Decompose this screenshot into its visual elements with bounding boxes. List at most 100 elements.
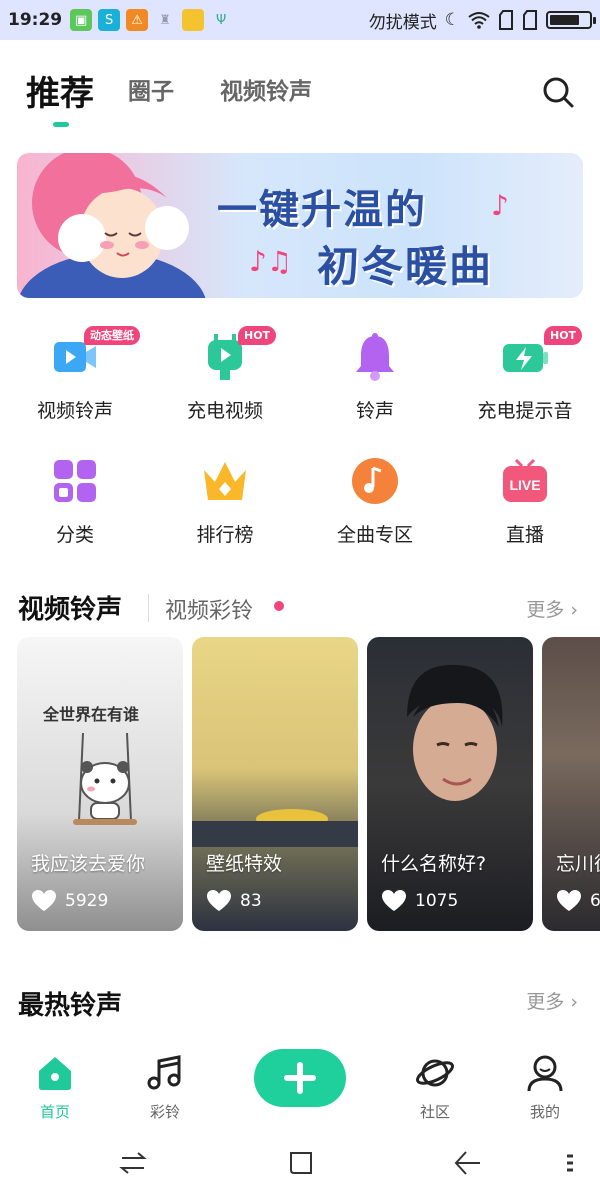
tab-circle[interactable]: 圈子	[128, 72, 174, 106]
card-title: 什么名称好?	[381, 853, 487, 875]
hot-section-more-link[interactable]: 更多 ›	[526, 987, 578, 1014]
card-title: 壁纸特效	[206, 853, 283, 875]
portrait-illustration	[407, 664, 503, 801]
grid-item-charge-video[interactable]: HOT 充电视频	[150, 318, 300, 428]
nav-home[interactable]: 首页	[10, 1053, 100, 1122]
music-note-decor-icon-2: ♪	[491, 189, 509, 222]
person-icon	[527, 1055, 563, 1092]
new-dot	[274, 601, 284, 611]
video-section-subtitle[interactable]: 视频彩铃	[165, 593, 253, 625]
wifi-icon	[468, 12, 490, 29]
dnd-text: 勿扰模式	[368, 12, 437, 33]
video-card[interactable]: 什么名称好? 1075	[367, 637, 533, 931]
category-icon	[54, 460, 96, 502]
tab-indicator	[53, 122, 69, 127]
banner-subheadline: 初冬暖曲	[317, 242, 494, 291]
status-notification-icons: ▣ S ⚠ ♜ Ψ	[70, 9, 232, 31]
bottom-nav: 首页 彩铃 社区 我的	[0, 1045, 600, 1125]
grid-label: 充电提示音	[477, 400, 573, 422]
heart-icon[interactable]	[206, 889, 232, 913]
video-cards-row: 全世界在有谁 我应该去爱你 5929 壁纸特效 83 什么名称好? 1075 忘…	[0, 637, 600, 931]
card-likes: 83	[206, 889, 262, 913]
card-overlay-text: 全世界在有谁	[43, 705, 140, 724]
warning-icon: ⚠	[126, 9, 149, 31]
like-count: 5929	[65, 891, 109, 911]
card-likes: 6	[556, 889, 600, 913]
cleaner-icon: ♜	[159, 12, 171, 28]
grid-label: 全曲专区	[336, 524, 413, 546]
search-icon[interactable]	[540, 74, 576, 110]
nav-label: 社区	[419, 1103, 450, 1121]
nav-label: 首页	[39, 1103, 70, 1121]
section-divider	[148, 594, 149, 622]
video-section-title: 视频铃声	[18, 595, 123, 625]
grid-item-ringtone[interactable]: 铃声	[300, 318, 450, 428]
grid-item-full-songs[interactable]: 全曲专区	[300, 442, 450, 552]
video-card[interactable]: 壁纸特效 83	[192, 637, 358, 931]
grid-label: 分类	[55, 524, 94, 546]
video-card[interactable]: 忘川彼岸 6	[542, 637, 600, 931]
panda-swing-illustration	[73, 733, 137, 825]
banner-girl-illustration	[18, 153, 206, 298]
menu-dots-icon[interactable]	[555, 1148, 585, 1178]
grid-label: 铃声	[355, 400, 394, 422]
crown-icon	[204, 462, 246, 500]
tab-recommend[interactable]: 推荐	[26, 66, 94, 115]
sunset-island-illustration	[192, 809, 358, 847]
music-note-decor-icon: ♪♫	[249, 245, 292, 278]
battery-bolt-icon	[503, 344, 548, 372]
planet-icon	[416, 1059, 454, 1087]
bell-icon	[356, 333, 394, 381]
status-bar: 19:29 ▣ S ⚠ ♜ Ψ 勿扰模式 ☾	[0, 0, 600, 40]
battery-icon	[546, 11, 596, 29]
video-section-more-link[interactable]: 更多 ›	[526, 595, 578, 622]
folder-icon	[182, 9, 205, 31]
promo-banner[interactable]: 一键升温的 初冬暖曲 ♪♫ ♪	[17, 153, 583, 298]
grid-item-charge-sound[interactable]: HOT 充电提示音	[450, 318, 600, 428]
grid-item-video-ringtone[interactable]: 动态壁纸 视频铃声	[0, 318, 150, 428]
heart-icon[interactable]	[31, 889, 57, 913]
nav-color-ring[interactable]: 彩铃	[120, 1053, 210, 1122]
grid-label: 充电视频	[186, 400, 263, 422]
android-icon: ▣	[70, 9, 93, 31]
heart-icon[interactable]	[556, 889, 582, 913]
grid-label: 视频铃声	[36, 400, 113, 422]
badge-hot: HOT	[544, 326, 583, 345]
app-s-icon: S	[98, 9, 121, 31]
grid-label: 直播	[505, 524, 544, 546]
switch-apps-icon[interactable]	[118, 1148, 148, 1178]
create-button[interactable]	[254, 1049, 346, 1107]
grid-item-ranking[interactable]: 排行榜	[150, 442, 300, 552]
nav-label: 彩铃	[149, 1103, 180, 1121]
home-square-icon[interactable]	[286, 1148, 316, 1178]
live-icon: LIVE	[503, 458, 547, 502]
nav-community[interactable]: 社区	[390, 1053, 480, 1122]
card-title: 忘川彼岸	[556, 853, 600, 875]
battery-fill	[550, 15, 579, 25]
hot-section-title: 最热铃声	[18, 991, 123, 1021]
home-icon	[39, 1057, 71, 1090]
moon-icon: ☾	[444, 10, 460, 30]
tab-video-ringtone[interactable]: 视频铃声	[220, 72, 312, 106]
grid-item-category[interactable]: 分类	[0, 442, 150, 552]
like-count: 1075	[415, 891, 459, 911]
svg-text:LIVE: LIVE	[509, 477, 540, 493]
usb-icon: Ψ	[216, 12, 227, 28]
sim-icon	[499, 10, 513, 30]
system-nav-bar	[0, 1130, 600, 1200]
banner-headline: 一键升温的	[217, 187, 427, 233]
badge-hot: HOT	[238, 326, 277, 345]
grid-item-live[interactable]: LIVE 直播	[450, 442, 600, 552]
card-likes: 5929	[31, 889, 108, 913]
nav-mine[interactable]: 我的	[500, 1053, 590, 1122]
badge-live-wallpaper: 动态壁纸	[84, 326, 140, 345]
video-card[interactable]: 全世界在有谁 我应该去爱你 5929	[17, 637, 183, 931]
plus-icon	[284, 1062, 316, 1094]
card-likes: 1075	[381, 889, 458, 913]
status-time: 19:29	[8, 10, 63, 30]
back-icon[interactable]	[452, 1148, 482, 1178]
music-notes-icon	[147, 1055, 181, 1090]
like-count: 6	[590, 891, 600, 911]
heart-icon[interactable]	[381, 889, 407, 913]
status-right: 勿扰模式 ☾	[368, 8, 596, 33]
